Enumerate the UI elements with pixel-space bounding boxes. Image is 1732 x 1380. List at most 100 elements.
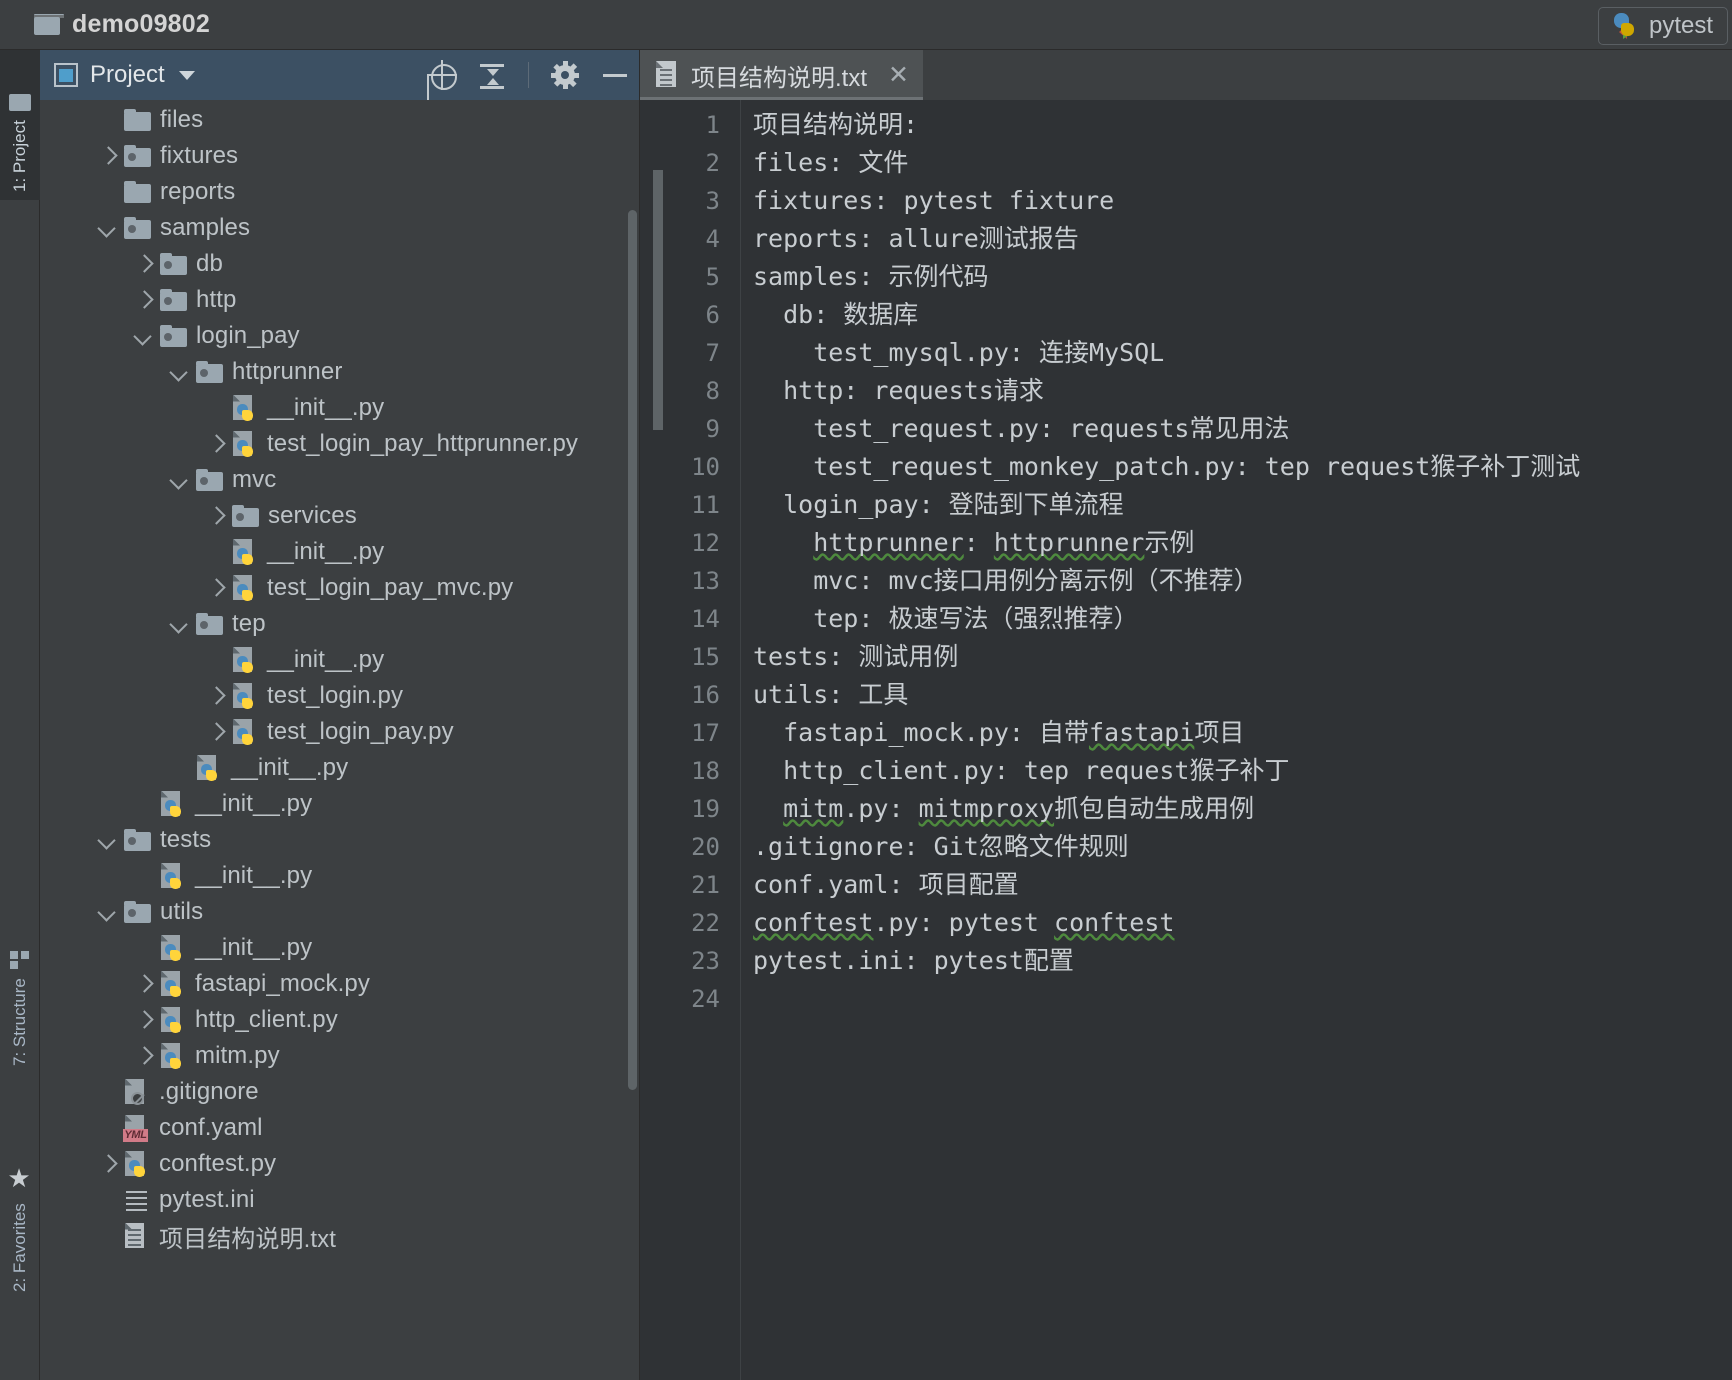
collapse-all-icon[interactable] — [478, 61, 506, 89]
chevron-right-icon[interactable] — [132, 289, 154, 311]
tree-row[interactable]: http_client.py — [40, 1002, 639, 1038]
tree-row-label: test_login_pay.py — [267, 718, 454, 745]
package-folder-icon — [160, 325, 187, 347]
project-tree: files fixtures reports samples db http login_p… — [40, 100, 639, 1254]
tree-row[interactable]: .gitignore — [40, 1074, 639, 1110]
chevron-down-icon[interactable] — [96, 901, 118, 923]
toolbar-divider — [528, 62, 529, 88]
chevron-right-icon[interactable] — [132, 1045, 154, 1067]
tree-row-label: 项目结构说明.txt — [159, 1225, 337, 1253]
package-folder-icon — [196, 613, 223, 635]
tree-row[interactable]: files — [40, 102, 639, 138]
python-file-icon — [160, 1006, 186, 1034]
chevron-right-icon[interactable] — [204, 433, 226, 455]
tree-row[interactable]: test_login_pay.py — [40, 714, 639, 750]
chevron-right-icon[interactable] — [204, 685, 226, 707]
tree-row[interactable]: __init__.py — [40, 534, 639, 570]
chevron-right-icon[interactable] — [132, 1009, 154, 1031]
code-viewport[interactable]: 1 2 3 4 5 6 7 8 9 10 11 12 13 14 15 16 17 18 19 20 21 22 23 24 … — [640, 100, 1732, 1380]
line-number: 21 — [691, 871, 720, 899]
tree-row[interactable]: test_login_pay_mvc.py — [40, 570, 639, 606]
stripe-button-favorites[interactable]: 2: Favorites ★ — [0, 1132, 40, 1292]
editor-tab-active[interactable]: 项目结构说明.txt ✕ — [640, 50, 923, 100]
line-number: 1 — [705, 111, 720, 139]
tree-row[interactable]: __init__.py — [40, 858, 639, 894]
tree-row[interactable]: fixtures — [40, 138, 639, 174]
chevron-right-icon[interactable] — [96, 145, 118, 167]
tree-row[interactable]: db — [40, 246, 639, 282]
python-file-icon — [232, 718, 258, 746]
tree-row[interactable]: __init__.py — [40, 642, 639, 678]
tree-row[interactable]: httprunner — [40, 354, 639, 390]
tree-row[interactable]: fastapi_mock.py — [40, 966, 639, 1002]
tree-row-label: httprunner — [232, 358, 343, 385]
tree-row[interactable]: mitm.py — [40, 1038, 639, 1074]
line-number: 19 — [691, 795, 720, 823]
stripe-button-structure[interactable]: 7: Structure — [0, 906, 40, 1066]
stripe-structure-label: 7: Structure — [10, 978, 29, 1066]
tree-row[interactable]: YML conf.yaml — [40, 1110, 639, 1146]
chevron-down-icon[interactable] — [168, 469, 190, 491]
line-number: 9 — [705, 415, 720, 443]
line-number: 12 — [691, 529, 720, 557]
tree-row[interactable]: test_login_pay_httprunner.py — [40, 426, 639, 462]
line-number: 22 — [691, 909, 720, 937]
project-tree-scroll-area[interactable]: files fixtures reports samples db http login_p… — [40, 100, 639, 1380]
chevron-right-icon[interactable] — [204, 505, 226, 527]
code-line: samples: 示例代码 — [753, 262, 989, 291]
chevron-right-icon[interactable] — [132, 973, 154, 995]
tree-row[interactable]: 项目结构说明.txt — [40, 1218, 639, 1254]
package-folder-icon — [124, 217, 151, 239]
chevron-right-icon[interactable] — [132, 253, 154, 275]
tree-row-label: __init__.py — [267, 538, 385, 565]
tree-row[interactable]: __init__.py — [40, 786, 639, 822]
chevron-down-icon[interactable] — [96, 217, 118, 239]
chevron-down-icon[interactable] — [96, 829, 118, 851]
chevron-down-icon[interactable] — [168, 361, 190, 383]
project-tree-scrollbar[interactable] — [628, 210, 637, 1090]
tree-row[interactable]: mvc — [40, 462, 639, 498]
run-configuration-label: pytest — [1648, 12, 1713, 39]
locate-icon[interactable] — [427, 60, 457, 90]
tree-row[interactable]: test_login.py — [40, 678, 639, 714]
tree-row[interactable]: samples — [40, 210, 639, 246]
tree-row[interactable]: conftest.py — [40, 1146, 639, 1182]
tree-row-label: services — [268, 502, 357, 529]
tree-row[interactable]: services — [40, 498, 639, 534]
tree-row[interactable]: __init__.py — [40, 750, 639, 786]
tree-row[interactable]: tep — [40, 606, 639, 642]
gitignore-file-icon — [124, 1078, 150, 1106]
gear-icon[interactable] — [551, 61, 579, 89]
close-icon[interactable]: ✕ — [888, 62, 909, 88]
chevron-right-icon[interactable] — [204, 721, 226, 743]
tree-row[interactable]: utils — [40, 894, 639, 930]
package-folder-icon — [196, 469, 223, 491]
tree-row[interactable]: tests — [40, 822, 639, 858]
minimize-icon[interactable] — [601, 61, 629, 89]
tree-row[interactable]: reports — [40, 174, 639, 210]
chevron-down-icon[interactable] — [132, 325, 154, 347]
tree-row[interactable]: pytest.ini — [40, 1182, 639, 1218]
code-content[interactable]: 项目结构说明: files: 文件 fixtures: pytest fixture… — [653, 100, 1732, 1380]
code-line: http_client.py: tep request猴子补丁 — [753, 756, 1290, 785]
tree-row-label: test_login_pay_httprunner.py — [267, 430, 579, 457]
tree-row[interactable]: __init__.py — [40, 390, 639, 426]
run-configuration-button[interactable]: pytest — [1597, 7, 1728, 45]
chevron-down-icon[interactable] — [168, 613, 190, 635]
editor-scrollbar[interactable] — [653, 170, 663, 430]
line-number: 3 — [705, 187, 720, 215]
tree-row[interactable]: login_pay — [40, 318, 639, 354]
line-number: 15 — [691, 643, 720, 671]
text-file-icon — [656, 61, 680, 89]
chevron-right-icon[interactable] — [204, 577, 226, 599]
python-file-icon — [160, 970, 186, 998]
tree-row[interactable]: http — [40, 282, 639, 318]
project-tool-window: Project files fixtures reports samples db htt… — [40, 50, 640, 1380]
chevron-right-icon[interactable] — [96, 1153, 118, 1175]
stripe-button-project[interactable]: 1: Project — [0, 56, 40, 196]
chevron-down-icon[interactable] — [178, 70, 195, 80]
tree-row[interactable]: __init__.py — [40, 930, 639, 966]
line-number: 11 — [691, 491, 720, 519]
code-line: utils: 工具 — [753, 680, 909, 709]
